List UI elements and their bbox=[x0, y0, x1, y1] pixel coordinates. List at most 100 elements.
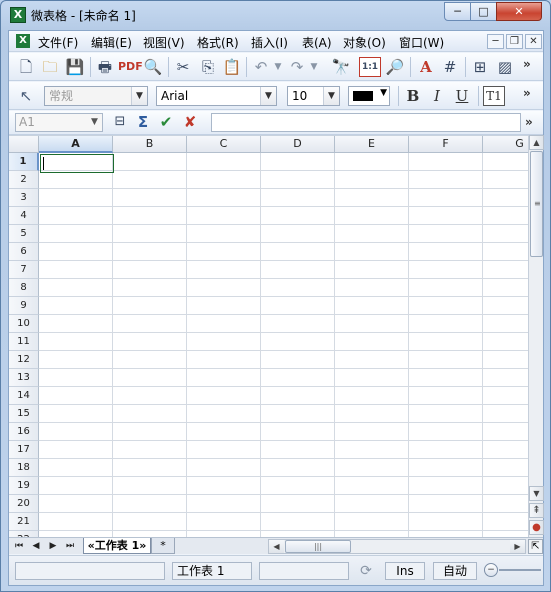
active-cell-cursor[interactable] bbox=[40, 154, 114, 173]
menu-format[interactable]: 格式(R) bbox=[197, 34, 239, 51]
row-header-2[interactable]: 2 bbox=[9, 171, 39, 189]
status-calc-mode[interactable]: 自动 bbox=[433, 562, 477, 580]
row-header-13[interactable]: 13 bbox=[9, 369, 39, 387]
zoom-icon[interactable]: 🔎 bbox=[384, 57, 406, 77]
row-header-16[interactable]: 16 bbox=[9, 423, 39, 441]
export-pdf-icon[interactable]: PDF bbox=[118, 57, 143, 77]
column-header-a[interactable]: A bbox=[39, 136, 113, 153]
column-header-d[interactable]: D bbox=[261, 136, 335, 153]
italic-button[interactable]: I bbox=[426, 86, 448, 106]
scroll-position-dot-icon[interactable]: ● bbox=[529, 520, 544, 535]
row-header-14[interactable]: 14 bbox=[9, 387, 39, 405]
menu-file[interactable]: 文件(F) bbox=[38, 34, 78, 51]
column-header-f[interactable]: F bbox=[409, 136, 483, 153]
formula-input[interactable] bbox=[211, 113, 521, 132]
maximize-button[interactable]: □ bbox=[470, 2, 497, 21]
column-header-b[interactable]: B bbox=[113, 136, 187, 153]
cancel-formula-icon[interactable]: ✘ bbox=[179, 112, 201, 132]
last-sheet-icon[interactable]: ⏭ bbox=[62, 539, 78, 553]
row-header-19[interactable]: 19 bbox=[9, 477, 39, 495]
zoom-slider-track[interactable] bbox=[499, 569, 541, 571]
row-header-6[interactable]: 6 bbox=[9, 243, 39, 261]
copy-icon[interactable]: ⎘ bbox=[197, 57, 219, 77]
row-header-3[interactable]: 3 bbox=[9, 189, 39, 207]
row-header-7[interactable]: 7 bbox=[9, 261, 39, 279]
scroll-left-icon[interactable]: ◀ bbox=[269, 540, 284, 553]
open-folder-icon[interactable]: 🗀 bbox=[39, 57, 61, 77]
font-family-select[interactable]: Arial ▼ bbox=[156, 86, 277, 106]
chevron-down-icon[interactable]: ▼ bbox=[323, 87, 339, 105]
row-header-12[interactable]: 12 bbox=[9, 351, 39, 369]
title-bar[interactable]: X 微表格 - [未命名 1] ─ □ ✕ bbox=[1, 1, 550, 29]
row-header-21[interactable]: 21 bbox=[9, 513, 39, 531]
menu-insert[interactable]: 插入(I) bbox=[251, 34, 288, 51]
scroll-down-icon[interactable]: ▼ bbox=[529, 486, 544, 501]
sum-icon[interactable]: Σ bbox=[132, 112, 154, 132]
bold-button[interactable]: B bbox=[402, 86, 424, 106]
doc-close-button[interactable]: ✕ bbox=[525, 34, 542, 49]
chevron-down-icon[interactable]: ▼ bbox=[87, 114, 102, 131]
recalculate-icon[interactable]: ⟳ bbox=[357, 563, 375, 579]
row-header-9[interactable]: 9 bbox=[9, 297, 39, 315]
font-color-picker[interactable]: ▼ bbox=[348, 86, 390, 106]
menu-table[interactable]: 表(A) bbox=[302, 34, 332, 51]
minimize-button[interactable]: ─ bbox=[444, 2, 471, 21]
document-menu-icon[interactable]: X bbox=[16, 34, 30, 48]
font-size-select[interactable]: 10 ▼ bbox=[287, 86, 340, 106]
row-header-10[interactable]: 10 bbox=[9, 315, 39, 333]
horizontal-scroll-thumb[interactable]: ||| bbox=[285, 540, 351, 553]
row-header-20[interactable]: 20 bbox=[9, 495, 39, 513]
scroll-right-icon[interactable]: ▶ bbox=[510, 540, 525, 553]
zoom-out-button[interactable]: − bbox=[484, 563, 498, 577]
toolbar-overflow-icon[interactable]: » bbox=[525, 115, 533, 129]
scroll-up-icon[interactable]: ▲ bbox=[529, 135, 544, 150]
row-header-11[interactable]: 11 bbox=[9, 333, 39, 351]
menu-edit[interactable]: 编辑(E) bbox=[91, 34, 132, 51]
redo-dropdown-icon[interactable]: ▼ bbox=[303, 57, 325, 77]
select-pointer-icon[interactable]: ↖ bbox=[15, 86, 37, 106]
toolbar-overflow-icon[interactable]: » bbox=[523, 57, 531, 71]
menu-window[interactable]: 窗口(W) bbox=[399, 34, 444, 51]
close-button[interactable]: ✕ bbox=[496, 2, 542, 21]
function-list-icon[interactable]: ⊟ bbox=[109, 112, 131, 132]
toolbar-overflow-icon[interactable]: » bbox=[523, 86, 531, 100]
hatch-fill-icon[interactable]: ▨ bbox=[494, 57, 516, 77]
row-header-15[interactable]: 15 bbox=[9, 405, 39, 423]
horizontal-scrollbar[interactable]: ◀ ||| ▶ bbox=[268, 539, 526, 554]
find-icon[interactable]: 🔭 bbox=[330, 57, 352, 77]
vertical-scrollbar[interactable]: ▲ ≡ ▼ ⇞ ● bbox=[528, 135, 544, 537]
print-icon[interactable]: 🖶 bbox=[94, 57, 116, 77]
print-preview-icon[interactable]: 🔍 bbox=[142, 57, 164, 77]
chevron-down-icon[interactable]: ▼ bbox=[380, 88, 387, 98]
grid-lines-icon[interactable]: ⊞ bbox=[469, 57, 491, 77]
paste-icon[interactable]: 📋 bbox=[221, 57, 243, 77]
new-document-icon[interactable]: 🗋 bbox=[15, 57, 37, 77]
save-icon[interactable]: 💾 bbox=[64, 57, 86, 77]
doc-restore-button[interactable]: ❐ bbox=[506, 34, 523, 49]
menu-view[interactable]: 视图(V) bbox=[143, 34, 185, 51]
row-header-4[interactable]: 4 bbox=[9, 207, 39, 225]
row-header-8[interactable]: 8 bbox=[9, 279, 39, 297]
row-header-1[interactable]: 1 bbox=[9, 153, 39, 171]
row-header-17[interactable]: 17 bbox=[9, 441, 39, 459]
chevron-down-icon[interactable]: ▼ bbox=[260, 87, 276, 105]
prev-sheet-icon[interactable]: ◀ bbox=[28, 539, 44, 553]
cell-style-select[interactable]: 常规 ▼ bbox=[44, 86, 148, 106]
underline-button[interactable]: U bbox=[451, 86, 473, 106]
column-header-e[interactable]: E bbox=[335, 136, 409, 153]
next-sheet-icon[interactable]: ▶ bbox=[45, 539, 61, 553]
select-all-corner[interactable] bbox=[9, 136, 39, 153]
sheet-tab-1[interactable]: «工作表 1» bbox=[83, 538, 151, 554]
cell-area[interactable] bbox=[39, 153, 528, 537]
column-header-c[interactable]: C bbox=[187, 136, 261, 153]
chevron-down-icon[interactable]: ▼ bbox=[131, 87, 147, 105]
resize-corner-icon[interactable]: ⇱ bbox=[528, 539, 543, 554]
zoom-100-icon[interactable]: 1:1 bbox=[359, 57, 381, 77]
doc-minimize-button[interactable]: ─ bbox=[487, 34, 504, 49]
accept-formula-icon[interactable]: ✔ bbox=[155, 112, 177, 132]
first-sheet-icon[interactable]: ⏮ bbox=[11, 539, 27, 553]
vertical-scroll-thumb[interactable]: ≡ bbox=[530, 151, 543, 257]
borders-icon[interactable]: # bbox=[439, 57, 461, 77]
add-sheet-tab[interactable]: * bbox=[151, 538, 175, 554]
font-color-a-icon[interactable]: A bbox=[415, 57, 437, 77]
